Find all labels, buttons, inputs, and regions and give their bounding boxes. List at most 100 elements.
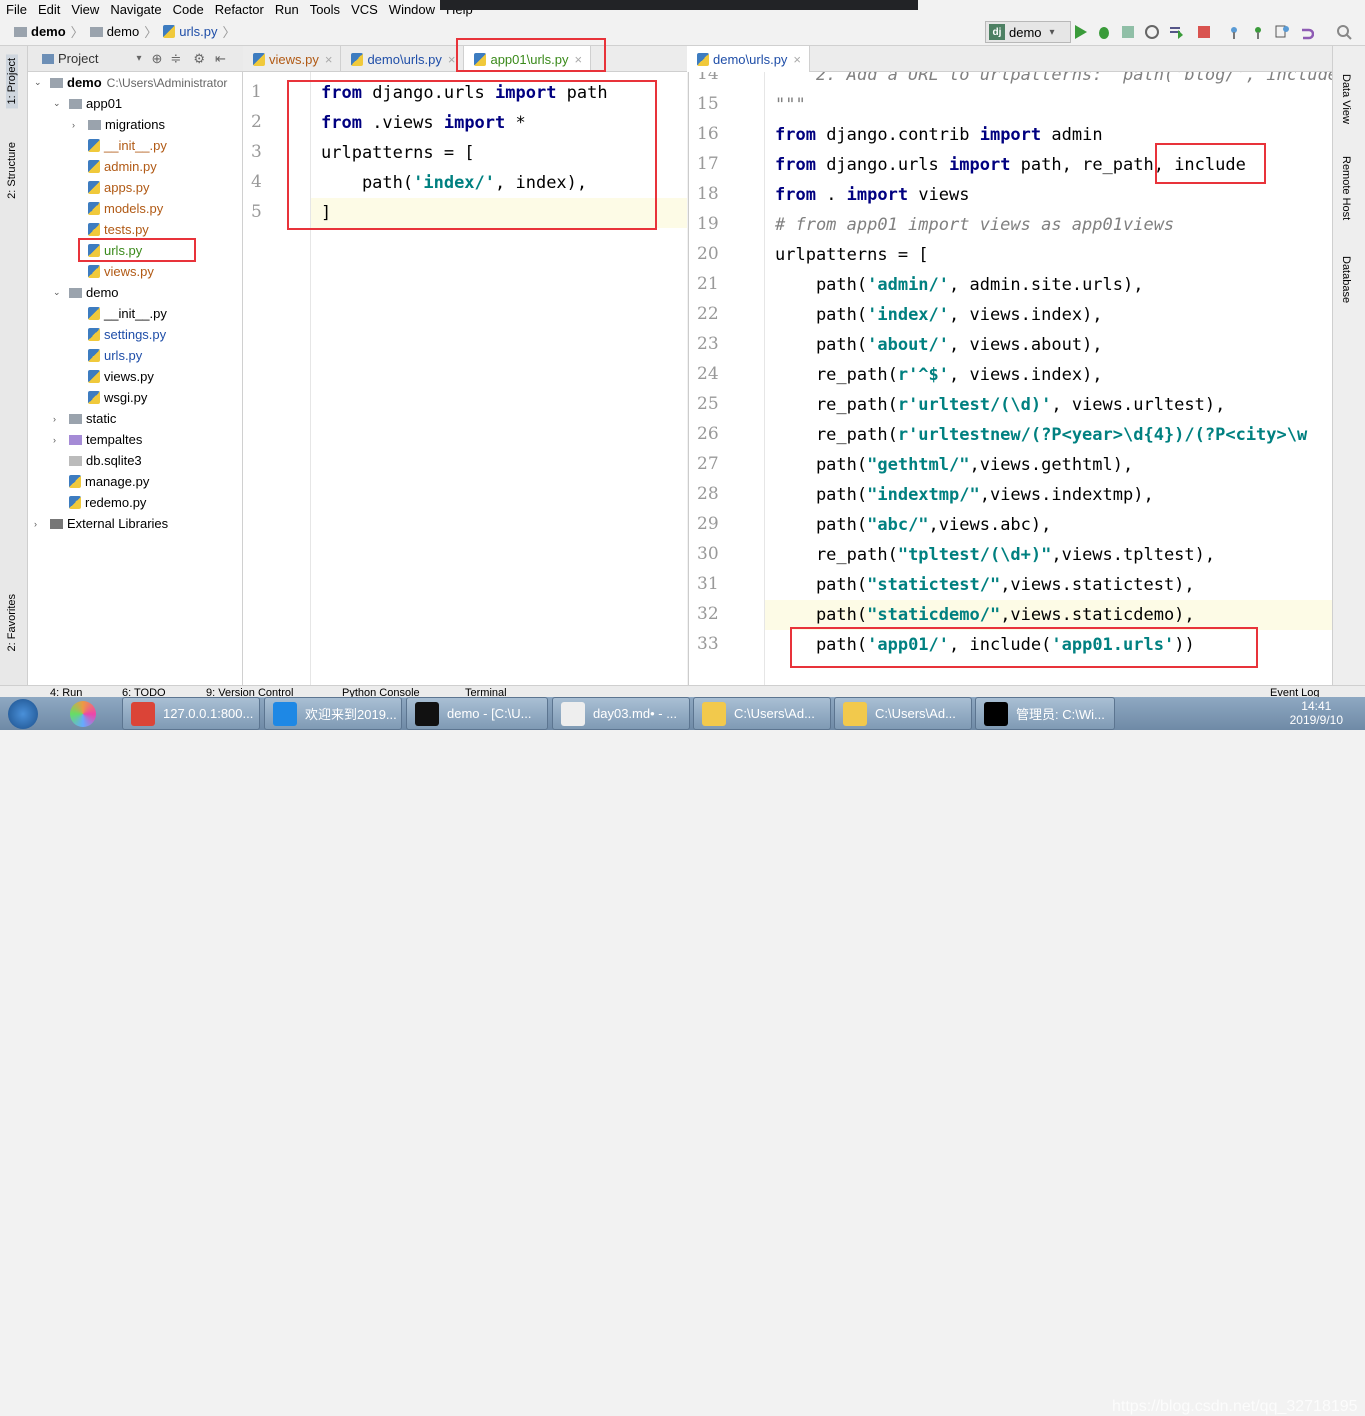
- gear-icon[interactable]: ⚙: [193, 51, 205, 67]
- tree-item[interactable]: views.py: [72, 261, 154, 282]
- menu-file[interactable]: File: [6, 2, 27, 17]
- code-line[interactable]: path('index/', views.index),: [775, 300, 1103, 330]
- tree-item[interactable]: › static: [53, 408, 116, 429]
- code-line[interactable]: """: [775, 90, 806, 120]
- taskbar-item[interactable]: 127.0.0.1:800...: [122, 697, 260, 730]
- search-icon[interactable]: [1336, 24, 1352, 40]
- debug-icon[interactable]: [1096, 24, 1112, 40]
- close-icon[interactable]: ×: [448, 52, 456, 67]
- tree-item[interactable]: admin.py: [72, 156, 157, 177]
- tree-item[interactable]: models.py: [72, 198, 163, 219]
- tree-item[interactable]: views.py: [72, 366, 154, 387]
- menu-code[interactable]: Code: [173, 2, 204, 17]
- menu-navigate[interactable]: Navigate: [110, 2, 161, 17]
- project-panel-title[interactable]: Project: [58, 51, 98, 66]
- editor-tab[interactable]: views.py ×: [243, 46, 342, 72]
- chevron-down-icon[interactable]: ⌄: [53, 98, 63, 109]
- chevron-down-icon[interactable]: ⌄: [34, 77, 44, 88]
- code-line[interactable]: re_path(r'urltestnew/(?P<year>\d{4})/(?P…: [775, 420, 1307, 450]
- chevron-down-icon[interactable]: ▾: [136, 53, 141, 64]
- tool-version-control[interactable]: 9: Version Control: [206, 687, 293, 697]
- chevron-right-icon[interactable]: ›: [53, 435, 63, 445]
- code-line[interactable]: re_path(r'urltest/(\d)', views.urltest),: [775, 390, 1225, 420]
- start-button[interactable]: [8, 699, 38, 729]
- stop-icon[interactable]: [1196, 24, 1212, 40]
- tree-item[interactable]: › migrations: [72, 114, 165, 135]
- run-icon[interactable]: [1073, 24, 1089, 40]
- tool-tab-structure[interactable]: 2: Structure: [6, 142, 18, 199]
- tool-tab-remote-host[interactable]: Remote Host: [1340, 156, 1352, 220]
- code-line[interactable]: 2. Add a URL to urlpatterns: path('blog/…: [775, 72, 1332, 90]
- tree-item[interactable]: tests.py: [72, 219, 149, 240]
- vcs-history-icon[interactable]: [1274, 24, 1290, 40]
- editor-tab[interactable]: demo\urls.py ×: [341, 46, 465, 72]
- menu-edit[interactable]: Edit: [38, 2, 60, 17]
- tool-tab-favorites[interactable]: 2: Favorites: [6, 594, 18, 651]
- tool-todo[interactable]: 6: TODO: [122, 687, 166, 697]
- hide-icon[interactable]: ⇤: [215, 51, 226, 67]
- app-launcher-icon[interactable]: [70, 701, 96, 727]
- vcs-commit-icon[interactable]: [1250, 24, 1266, 40]
- close-icon[interactable]: ×: [793, 52, 801, 67]
- taskbar-item[interactable]: 欢迎来到2019...: [264, 697, 402, 730]
- chevron-down-icon[interactable]: ⌄: [53, 287, 63, 298]
- tool-run[interactable]: 4: Run: [50, 687, 82, 697]
- clock[interactable]: 14:41 2019/9/10: [1290, 699, 1343, 727]
- menu-vcs[interactable]: VCS: [351, 2, 378, 17]
- tool-terminal[interactable]: Terminal: [465, 687, 507, 697]
- code-line[interactable]: path("indextmp/",views.indextmp),: [775, 480, 1154, 510]
- breadcrumb-demo[interactable]: demo 〉: [89, 22, 157, 41]
- code-line[interactable]: path("statictest/",views.statictest),: [775, 570, 1195, 600]
- run-concurrency-icon[interactable]: [1168, 24, 1184, 40]
- revert-icon[interactable]: [1298, 24, 1314, 40]
- menu-window[interactable]: Window: [389, 2, 435, 17]
- tool-event-log[interactable]: Event Log: [1270, 687, 1320, 697]
- collapse-icon[interactable]: ≑: [170, 51, 181, 67]
- tree-item[interactable]: __init__.py: [72, 303, 167, 324]
- code-line[interactable]: urlpatterns = [: [775, 240, 929, 270]
- taskbar-item[interactable]: C:\Users\Ad...: [693, 697, 831, 730]
- code-line[interactable]: path("abc/",views.abc),: [775, 510, 1051, 540]
- tool-tab-project[interactable]: 1: Project: [6, 54, 18, 109]
- profile-icon[interactable]: [1144, 24, 1160, 40]
- code-line[interactable]: # from app01 import views as app01views: [775, 210, 1174, 240]
- tree-item[interactable]: manage.py: [53, 471, 149, 492]
- menu-refactor[interactable]: Refactor: [215, 2, 264, 17]
- editor-tab[interactable]: demo\urls.py ×: [687, 46, 811, 72]
- tree-item[interactable]: urls.py: [72, 345, 142, 366]
- tree-item[interactable]: __init__.py: [72, 135, 167, 156]
- menu-view[interactable]: View: [71, 2, 99, 17]
- tree-item[interactable]: db.sqlite3: [53, 450, 142, 471]
- tree-item[interactable]: redemo.py: [53, 492, 146, 513]
- tree-item[interactable]: ⌄ demo C:\Users\Administrator: [34, 72, 227, 93]
- taskbar-item[interactable]: C:\Users\Ad...: [834, 697, 972, 730]
- code-line[interactable]: re_path("tpltest/(\d+)",views.tpltest),: [775, 540, 1215, 570]
- tool-tab-data-view[interactable]: Data View: [1340, 74, 1352, 124]
- code-line[interactable]: re_path(r'^$', views.index),: [775, 360, 1103, 390]
- coverage-icon[interactable]: [1120, 24, 1136, 40]
- code-line[interactable]: path('about/', views.about),: [775, 330, 1103, 360]
- code-line[interactable]: path("staticdemo/",views.staticdemo),: [775, 600, 1195, 630]
- tree-item[interactable]: settings.py: [72, 324, 166, 345]
- code-line[interactable]: from django.contrib import admin: [775, 120, 1103, 150]
- code-line[interactable]: from . import views: [775, 180, 970, 210]
- tree-item[interactable]: apps.py: [72, 177, 150, 198]
- chevron-right-icon[interactable]: ›: [34, 519, 44, 529]
- tree-item[interactable]: › External Libraries: [34, 513, 168, 534]
- breadcrumb-urls[interactable]: urls.py 〉: [163, 22, 236, 41]
- chevron-right-icon[interactable]: ›: [72, 120, 82, 130]
- chevron-right-icon[interactable]: ›: [53, 414, 63, 424]
- tool-python-console[interactable]: Python Console: [342, 687, 420, 697]
- run-config-select[interactable]: dj demo ▾: [985, 21, 1071, 43]
- vcs-update-icon[interactable]: [1226, 24, 1242, 40]
- tree-item[interactable]: › tempaltes: [53, 429, 142, 450]
- breadcrumb-demo-root[interactable]: demo 〉: [14, 22, 84, 41]
- tree-item[interactable]: ⌄ app01: [53, 93, 122, 114]
- taskbar-item[interactable]: demo - [C:\U...: [406, 697, 548, 730]
- menu-tools[interactable]: Tools: [310, 2, 340, 17]
- code-line[interactable]: path('admin/', admin.site.urls),: [775, 270, 1144, 300]
- taskbar-item[interactable]: 管理员: C:\Wi...: [975, 697, 1115, 730]
- tool-tab-database[interactable]: Database: [1340, 256, 1352, 303]
- locate-icon[interactable]: ⊕: [152, 51, 163, 67]
- tree-item[interactable]: ⌄ demo: [53, 282, 119, 303]
